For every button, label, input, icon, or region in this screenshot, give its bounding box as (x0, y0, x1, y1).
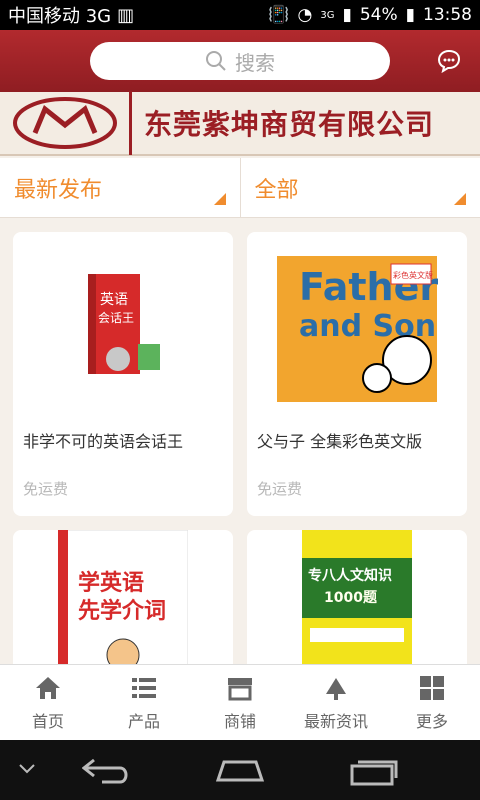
store-icon (228, 677, 252, 700)
battery-icon: ▮ (405, 5, 415, 25)
product-card[interactable]: 学英语 先学介词 (13, 530, 233, 664)
news-icon (326, 677, 346, 700)
list-icon (132, 677, 156, 698)
bottom-tab-bar: 首页 产品 商铺 最新资讯 更多 (0, 664, 480, 740)
dropdown-triangle-icon (454, 193, 466, 205)
dropdown-triangle-icon (213, 193, 226, 205)
wifi-icon: ◔ (297, 5, 313, 25)
cover-text-2: 1000题 (324, 590, 378, 606)
product-title: 父与子 全集彩色英文版 (257, 432, 423, 451)
company-banner[interactable]: 东莞紫坤商贸有限公司 (0, 91, 480, 156)
tab-home[interactable]: 首页 (0, 665, 96, 740)
tab-store[interactable]: 商铺 (192, 665, 288, 740)
product-card[interactable]: 专八人文知识 1000题 (247, 530, 467, 664)
message-icon[interactable] (436, 48, 462, 74)
recent-apps-icon[interactable] (350, 756, 400, 786)
search-placeholder: 搜索 (235, 50, 275, 75)
tab-more[interactable]: 更多 (384, 665, 480, 740)
time-label: 13:58 (423, 5, 472, 25)
product-card[interactable]: Father and Son 彩色英文版 父与子 全集彩色英文版 免运费 (247, 232, 467, 516)
product-title: 非学不可的英语会话王 (23, 432, 184, 451)
tab-news-label: 最新资讯 (303, 711, 368, 731)
tab-products-label: 产品 (127, 711, 160, 731)
product-image: Father and Son 彩色英文版 (247, 244, 467, 414)
filter-bar: 最新发布 全部 (0, 158, 480, 218)
cover-text-1: 学英语 (78, 570, 144, 596)
product-grid: 英语 会话王 非学不可的英语会话王 免运费 Father and Son 彩色英… (0, 218, 480, 664)
vibrate-icon: 📳 (268, 5, 290, 25)
home-icon (36, 676, 60, 699)
battery-label: 54% (359, 5, 398, 25)
product-image: 英语 会话王 (13, 244, 233, 414)
cover-text-2: 先学介词 (78, 598, 166, 624)
network-label: 3G (320, 9, 335, 21)
header: 搜索 (0, 30, 480, 92)
tab-products[interactable]: 产品 (96, 665, 192, 740)
product-image: 学英语 先学介词 (13, 530, 233, 664)
chevron-down-icon[interactable] (18, 762, 36, 776)
cover-text-1: 英语 (100, 291, 128, 308)
shipping-label: 免运费 (23, 480, 69, 498)
product-card[interactable]: 英语 会话王 非学不可的英语会话王 免运费 (13, 232, 233, 516)
cover-text-1: 专八人文知识 (308, 567, 392, 584)
cell-signal-icon: ▮ (342, 5, 352, 25)
product-image: 专八人文知识 1000题 (247, 530, 467, 664)
tab-home-label: 首页 (31, 711, 64, 731)
company-logo (0, 91, 132, 155)
cover-badge: 彩色英文版 (393, 270, 433, 280)
tab-store-label: 商铺 (223, 711, 256, 731)
status-bar: 中国移动 3G ▥ 📳 ◔ 3G ▮ 54% ▮ 13:58 (0, 0, 480, 30)
shipping-label: 免运费 (257, 480, 303, 498)
filter-sort-label: 最新发布 (14, 177, 103, 203)
system-nav-bar (0, 740, 480, 800)
filter-sort[interactable]: 最新发布 (0, 158, 240, 217)
tab-more-label: 更多 (415, 711, 448, 731)
back-icon[interactable] (82, 756, 132, 786)
filter-category[interactable]: 全部 (239, 158, 480, 217)
cover-text-2: 会话王 (98, 311, 134, 325)
signal-bars-icon: ▥ (117, 4, 135, 26)
search-icon (206, 51, 226, 71)
filter-category-label: 全部 (254, 177, 299, 203)
company-name: 东莞紫坤商贸有限公司 (144, 108, 435, 141)
search-input[interactable]: 搜索 (90, 42, 390, 80)
carrier-label: 中国移动 3G (8, 6, 112, 27)
tab-news[interactable]: 最新资讯 (288, 665, 384, 740)
grid-icon (420, 675, 444, 700)
home-nav-icon[interactable] (214, 756, 266, 786)
